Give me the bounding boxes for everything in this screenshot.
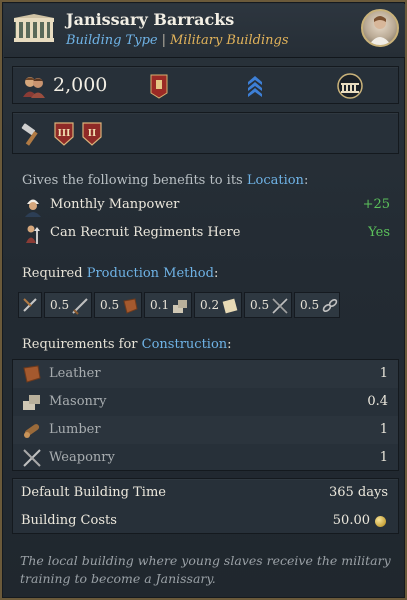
benefits-heading-prefix: Gives the following benefits to its <box>22 173 247 188</box>
construction-heading-prefix: Requirements for <box>22 337 142 352</box>
resource-label: Lumber <box>49 422 101 437</box>
build-time-row: Default Building Time 365 days <box>13 479 398 507</box>
benefit-label: Monthly Manpower <box>50 197 180 212</box>
portrait-figure-icon <box>369 16 391 45</box>
pm-input-amount: 0.5 <box>300 298 320 312</box>
resource-label: Masonry <box>49 394 107 409</box>
badge-iii-text: III <box>58 129 71 139</box>
table-row: Weaponry 1 <box>13 444 398 472</box>
building-category[interactable]: Military Buildings <box>170 33 289 48</box>
recruit-icon <box>26 225 40 244</box>
pm-input-amount: 0.5 <box>250 298 270 312</box>
pm-input-amount: 0.5 <box>50 298 70 312</box>
leather-icon <box>23 365 41 383</box>
construction-link[interactable]: Construction <box>142 337 228 352</box>
build-time-value: 365 days <box>328 485 388 500</box>
tooltip-frame: Janissary Barracks Building Type | Militar… <box>0 0 407 600</box>
table-row: Leather 1 <box>13 360 398 388</box>
regiment-banner-icon[interactable] <box>146 73 172 99</box>
build-cost-row: Building Costs 50.00 <box>13 507 398 535</box>
crossed-tools-icon <box>23 298 37 312</box>
barracks-building-icon <box>14 14 54 42</box>
lumber-icon <box>24 424 40 438</box>
benefits-heading: Gives the following benefits to its Loca… <box>22 173 308 188</box>
pm-input-cell[interactable]: 0.5 <box>94 292 142 318</box>
rank-chevrons-icon[interactable] <box>242 73 268 99</box>
pm-input-amount: 0.2 <box>200 298 220 312</box>
building-type-link[interactable]: Building Type <box>66 33 158 48</box>
production-heading-prefix: Required <box>22 266 87 281</box>
location-link[interactable]: Location <box>247 173 304 188</box>
resource-amount: 0.4 <box>367 394 388 409</box>
building-totals: Default Building Time 365 days Building … <box>12 478 399 534</box>
building-description: The local building where young slaves re… <box>20 553 391 586</box>
production-method-selector[interactable] <box>18 292 42 318</box>
crossed-swords-icon <box>272 298 288 314</box>
resource-amount: 1 <box>379 422 388 437</box>
paper-icon <box>222 298 238 314</box>
tooltip-header: Janissary Barracks Building Type | Militar… <box>4 4 405 58</box>
construction-heading-suffix: : <box>227 337 232 352</box>
pm-input-cell[interactable]: 0.5 <box>294 292 340 318</box>
benefit-row: Monthly Manpower +25 <box>20 194 394 218</box>
construction-heading: Requirements for Construction: <box>22 337 232 352</box>
benefit-label: Can Recruit Regiments Here <box>50 225 241 240</box>
benefit-value: Yes <box>368 225 390 240</box>
subtitle-separator: | <box>161 33 166 48</box>
construction-requirements-table: Leather 1 Masonry 0.4 Lumber 1 Weaponry … <box>12 359 399 471</box>
build-time-label: Default Building Time <box>21 485 166 500</box>
pm-input-cell[interactable]: 0.5 <box>244 292 292 318</box>
build-cost-label: Building Costs <box>21 513 117 528</box>
resource-amount: 1 <box>379 366 388 381</box>
masonry-icon <box>173 300 187 313</box>
building-subtitle: Building Type | Military Buildings <box>66 33 289 48</box>
chain-icon <box>322 298 338 313</box>
building-arches-icon[interactable] <box>335 73 365 99</box>
benefit-row: Can Recruit Regiments Here Yes <box>20 222 394 246</box>
manpower-icon <box>23 77 45 98</box>
resource-label: Leather <box>49 366 101 381</box>
masonry-icon <box>23 395 40 410</box>
pm-input-amount: 0.5 <box>100 298 120 312</box>
level-ii-badge-icon[interactable]: II <box>81 121 103 147</box>
production-method-heading: Required Production Method: <box>22 266 218 281</box>
pm-input-cell[interactable]: 0.2 <box>194 292 242 318</box>
character-portrait[interactable] <box>361 9 399 47</box>
pm-input-cell[interactable]: 0.5 <box>44 292 92 318</box>
resource-amount: 1 <box>379 450 388 465</box>
manpower-value: 2,000 <box>53 74 108 96</box>
pm-input-cell[interactable]: 0.1 <box>144 292 192 318</box>
soldier-portrait-icon <box>25 199 41 217</box>
table-row: Masonry 0.4 <box>13 388 398 416</box>
gold-coin-icon <box>375 516 386 527</box>
build-cost-value: 50.00 <box>332 513 370 528</box>
production-heading-suffix: : <box>213 266 219 281</box>
production-method-link[interactable]: Production Method <box>87 266 214 281</box>
building-stats-panel: 2,000 <box>12 66 399 104</box>
leather-icon <box>123 298 138 314</box>
table-row: Lumber 1 <box>13 416 398 444</box>
benefits-heading-suffix: : <box>303 173 309 188</box>
weaponry-icon <box>23 449 41 467</box>
pm-input-amount: 0.1 <box>150 298 170 312</box>
building-actions-panel: III II <box>12 112 399 154</box>
weaponry-icon <box>72 298 88 315</box>
badge-ii-text: II <box>88 129 96 139</box>
benefit-value: +25 <box>362 197 390 212</box>
building-title: Janissary Barracks <box>66 10 235 29</box>
resource-label: Weaponry <box>49 450 115 465</box>
hammer-icon[interactable] <box>19 121 45 147</box>
level-iii-badge-icon[interactable]: III <box>53 121 75 147</box>
